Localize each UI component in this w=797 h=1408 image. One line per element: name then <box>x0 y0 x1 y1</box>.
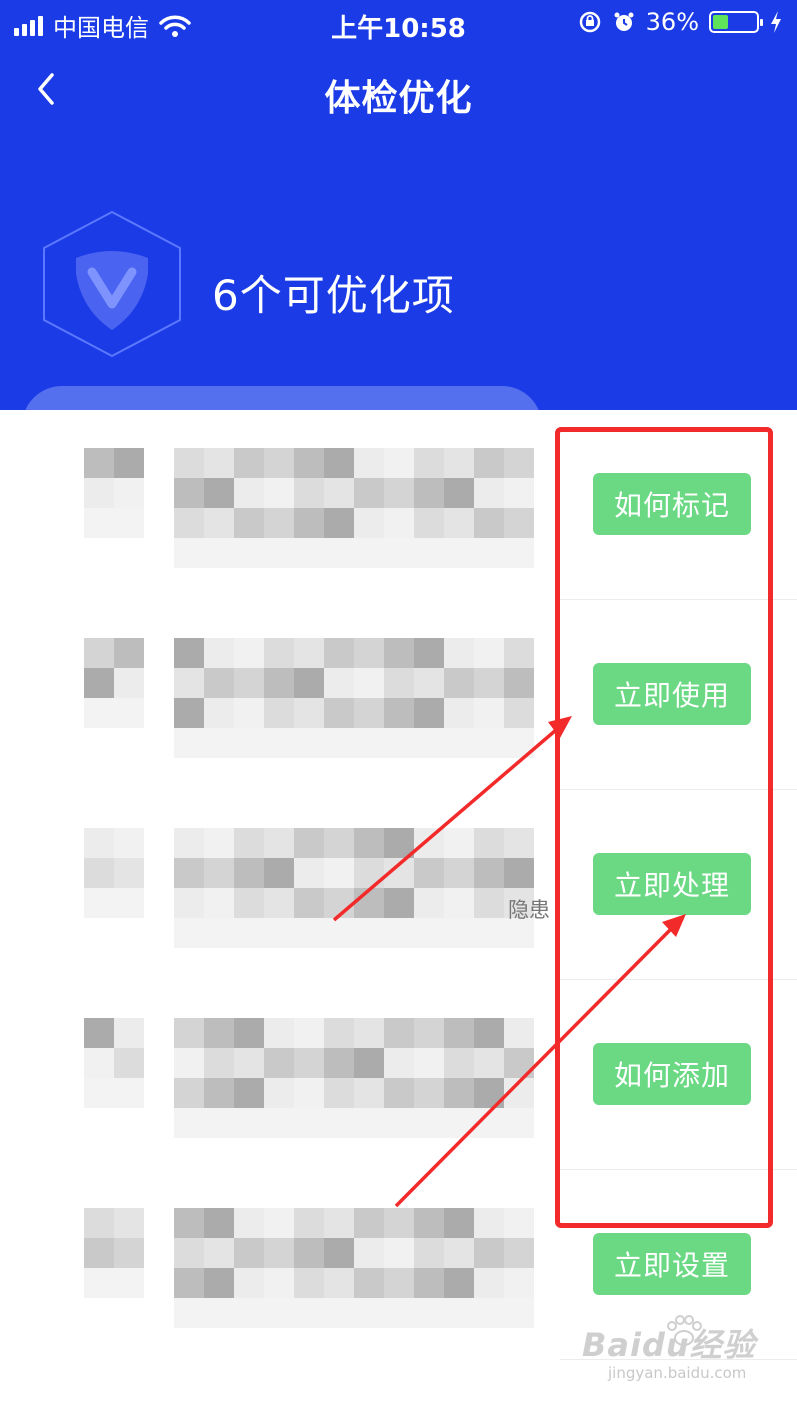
action-button[interactable]: 立即使用 <box>593 663 751 725</box>
nav-bar: 体检优化 <box>0 55 797 125</box>
header-banner: 中国电信 上午10:58 36% 体检优化 6个可优化项 <box>0 0 797 410</box>
watermark: Baidu经验 jingyan.baidu.com <box>582 1315 762 1395</box>
paw-icon <box>667 1315 702 1346</box>
action-button[interactable]: 立即设置 <box>593 1233 751 1295</box>
list-item: 立即使用 <box>0 600 797 790</box>
rotation-lock-icon <box>579 11 600 33</box>
partial-text: 隐患 <box>508 898 550 922</box>
alarm-icon <box>614 12 634 31</box>
shield-hexagon-icon <box>43 210 181 358</box>
charging-icon <box>771 11 781 33</box>
list-item: 如何标记 <box>0 410 797 600</box>
page-title: 体检优化 <box>324 78 473 119</box>
action-button[interactable]: 如何标记 <box>593 473 751 535</box>
status-bar: 中国电信 上午10:58 36% <box>0 0 797 48</box>
battery-percent: 36% <box>645 8 699 36</box>
list-item: 立即处理 <box>0 790 797 980</box>
optimize-count: 6个可优化项 <box>212 271 455 320</box>
battery-icon <box>709 11 763 33</box>
status-right: 36% <box>578 8 783 36</box>
list-item: 如何添加 <box>0 980 797 1170</box>
action-button[interactable]: 如何添加 <box>593 1043 751 1105</box>
action-button[interactable]: 立即处理 <box>593 853 751 915</box>
watermark-url: jingyan.baidu.com <box>608 1364 747 1382</box>
